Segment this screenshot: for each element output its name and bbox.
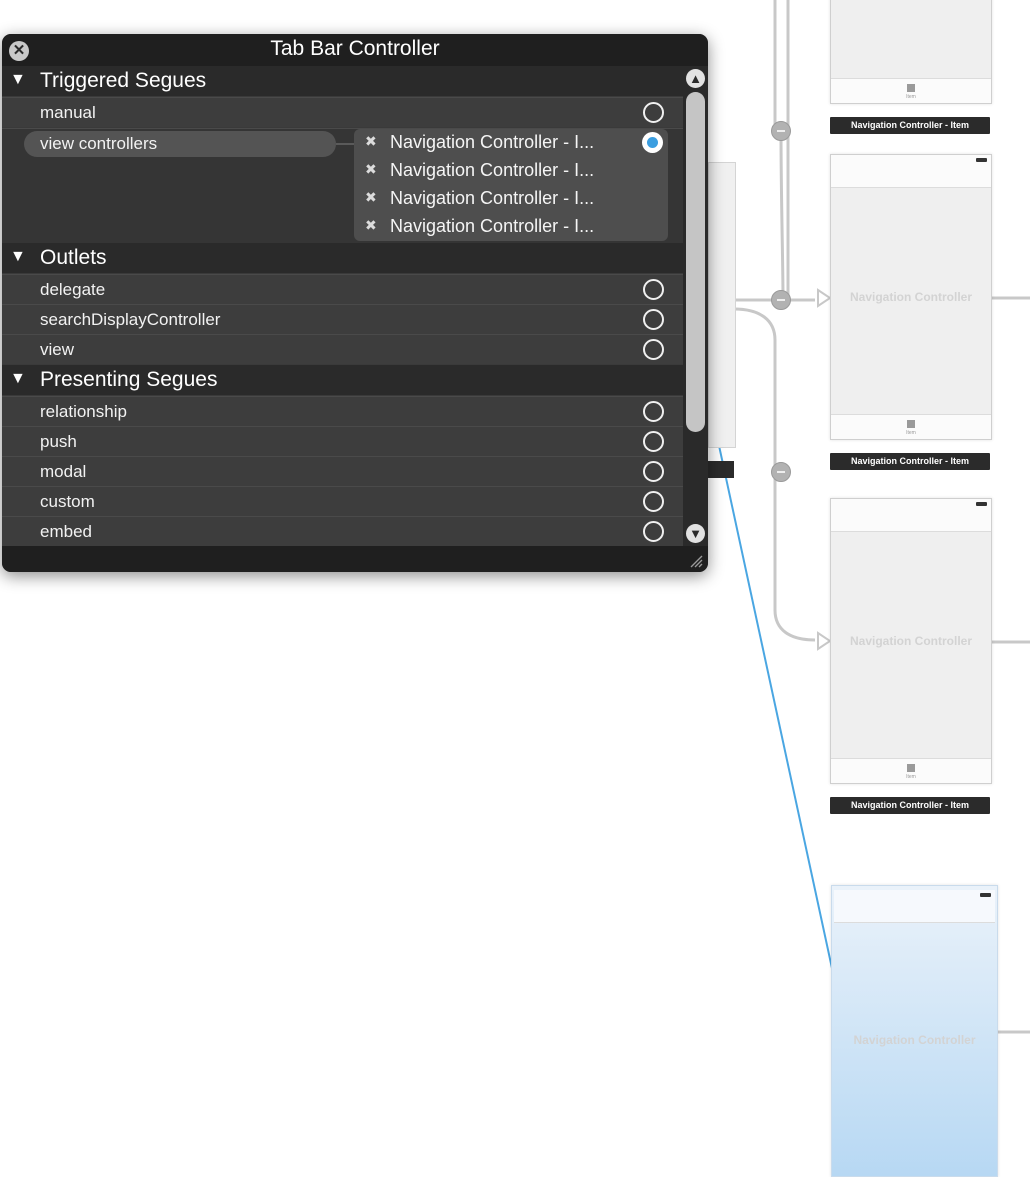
- segue-handle[interactable]: [771, 121, 791, 141]
- row-label: modal: [40, 462, 87, 481]
- tab-item-label: Item: [906, 774, 916, 780]
- connected-item-label: Navigation Controller - I...: [390, 160, 595, 180]
- remove-connection-icon[interactable]: ✖: [365, 161, 377, 178]
- connection-row-custom: custom: [2, 486, 683, 516]
- vertical-scrollbar[interactable]: ▲ ▼: [683, 66, 708, 546]
- scene-caption[interactable]: Navigation Controller - Item: [830, 453, 990, 470]
- tab-bar: Item: [831, 414, 991, 439]
- scroll-down-icon[interactable]: ▼: [686, 524, 705, 543]
- view-controllers-pill[interactable]: view controllers: [24, 131, 336, 157]
- navigation-bar: [831, 155, 991, 188]
- disclosure-triangle-icon[interactable]: ▼: [10, 248, 26, 266]
- connection-circle-icon[interactable]: [643, 102, 664, 123]
- connection-row-view: view: [2, 334, 683, 364]
- section-label: Triggered Segues: [40, 69, 207, 92]
- row-label: custom: [40, 492, 95, 511]
- connected-item-label: Navigation Controller - I...: [390, 132, 595, 152]
- connected-item[interactable]: ✖ Navigation Controller - I...: [354, 185, 668, 213]
- row-label: view: [40, 340, 75, 359]
- connection-circle-icon[interactable]: [643, 401, 664, 422]
- tab-item-label: Item: [906, 430, 916, 436]
- connected-item-label: Navigation Controller - I...: [390, 216, 595, 236]
- navigation-bar: [834, 890, 995, 923]
- partially-hidden-scene: [708, 162, 736, 448]
- tab-bar: Item: [831, 758, 991, 783]
- navigation-controller-scene-highlighted[interactable]: Navigation Controller: [831, 885, 998, 1177]
- connected-item[interactable]: ✖ Navigation Controller - I...: [354, 157, 668, 185]
- panel-footer: [2, 546, 708, 572]
- connections-list: ▼ Triggered Segues manual view controlle…: [2, 66, 683, 546]
- connection-row-manual: manual: [2, 97, 683, 127]
- scene-title: Navigation Controller: [849, 634, 972, 648]
- connection-circle-icon[interactable]: [643, 461, 664, 482]
- connection-circle-icon[interactable]: [643, 431, 664, 452]
- connected-item-label: Navigation Controller - I...: [390, 188, 595, 208]
- disclosure-triangle-icon[interactable]: ▼: [10, 71, 26, 89]
- row-label: delegate: [40, 280, 106, 299]
- scrollbar-thumb[interactable]: [686, 92, 705, 432]
- scene-caption[interactable]: Navigation Controller - Item: [830, 797, 990, 814]
- section-label: Outlets: [40, 246, 107, 269]
- navigation-controller-scene[interactable]: Navigation Controller Item: [830, 154, 992, 440]
- segue-handle[interactable]: [771, 290, 791, 310]
- navigation-controller-scene[interactable]: Navigation Controller Item: [830, 498, 992, 784]
- row-label: searchDisplayController: [40, 310, 221, 329]
- navigation-controller-scene[interactable]: Item: [830, 0, 992, 104]
- connection-circle-icon[interactable]: [643, 309, 664, 330]
- tab-item-label: Item: [906, 94, 916, 100]
- panel-title: Tab Bar Controller: [270, 37, 440, 60]
- row-label: embed: [40, 522, 92, 541]
- connected-controllers-list: ✖ Navigation Controller - I... ✖ Navigat…: [354, 129, 668, 241]
- section-header-triggered-segues[interactable]: ▼ Triggered Segues: [2, 66, 683, 96]
- panel-titlebar[interactable]: ✕ Tab Bar Controller: [2, 34, 708, 66]
- segue-handle[interactable]: [771, 462, 791, 482]
- connection-row-embed: embed: [2, 516, 683, 546]
- scene-title: Navigation Controller: [849, 290, 972, 304]
- section-label: Presenting Segues: [40, 368, 218, 391]
- scroll-up-icon[interactable]: ▲: [686, 69, 705, 88]
- remove-connection-icon[interactable]: ✖: [365, 189, 377, 206]
- scene-title: Navigation Controller: [853, 1033, 976, 1047]
- connection-circle-icon[interactable]: [643, 491, 664, 512]
- tab-item-icon: [907, 84, 915, 92]
- scene-caption[interactable]: Navigation Controller - Item: [830, 117, 990, 134]
- connections-panel[interactable]: ✕ Tab Bar Controller ▼ Triggered Segues …: [2, 34, 708, 572]
- tab-item-icon: [907, 764, 915, 772]
- connection-row-modal: modal: [2, 456, 683, 486]
- row-label: relationship: [40, 402, 127, 421]
- connection-circle-icon[interactable]: [643, 339, 664, 360]
- active-connection-dot-icon[interactable]: [642, 132, 663, 153]
- connected-item[interactable]: ✖ Navigation Controller - I...: [354, 129, 668, 157]
- connection-row-view-controllers: view controllers ✖ Navigation Controller…: [2, 128, 683, 243]
- battery-icon: [976, 502, 987, 506]
- connected-item[interactable]: ✖ Navigation Controller - I...: [354, 213, 668, 241]
- tab-item-icon: [907, 420, 915, 428]
- row-label: push: [40, 432, 77, 451]
- disclosure-triangle-icon[interactable]: ▼: [10, 370, 26, 388]
- remove-connection-icon[interactable]: ✖: [365, 217, 377, 234]
- remove-connection-icon[interactable]: ✖: [365, 133, 377, 150]
- resize-grip-icon[interactable]: [689, 554, 703, 568]
- section-header-outlets[interactable]: ▼ Outlets: [2, 243, 683, 273]
- row-label: view controllers: [40, 134, 158, 153]
- connection-circle-icon[interactable]: [643, 521, 664, 542]
- connection-circle-icon[interactable]: [643, 279, 664, 300]
- battery-icon: [976, 158, 987, 162]
- battery-icon: [980, 893, 991, 897]
- connection-row-push: push: [2, 426, 683, 456]
- row-label: manual: [40, 103, 96, 122]
- tab-bar: Item: [831, 78, 991, 103]
- connection-row-search-display-controller: searchDisplayController: [2, 304, 683, 334]
- connection-row-relationship: relationship: [2, 396, 683, 426]
- navigation-bar: [831, 499, 991, 532]
- connection-row-delegate: delegate: [2, 274, 683, 304]
- section-header-presenting-segues[interactable]: ▼ Presenting Segues: [2, 365, 683, 395]
